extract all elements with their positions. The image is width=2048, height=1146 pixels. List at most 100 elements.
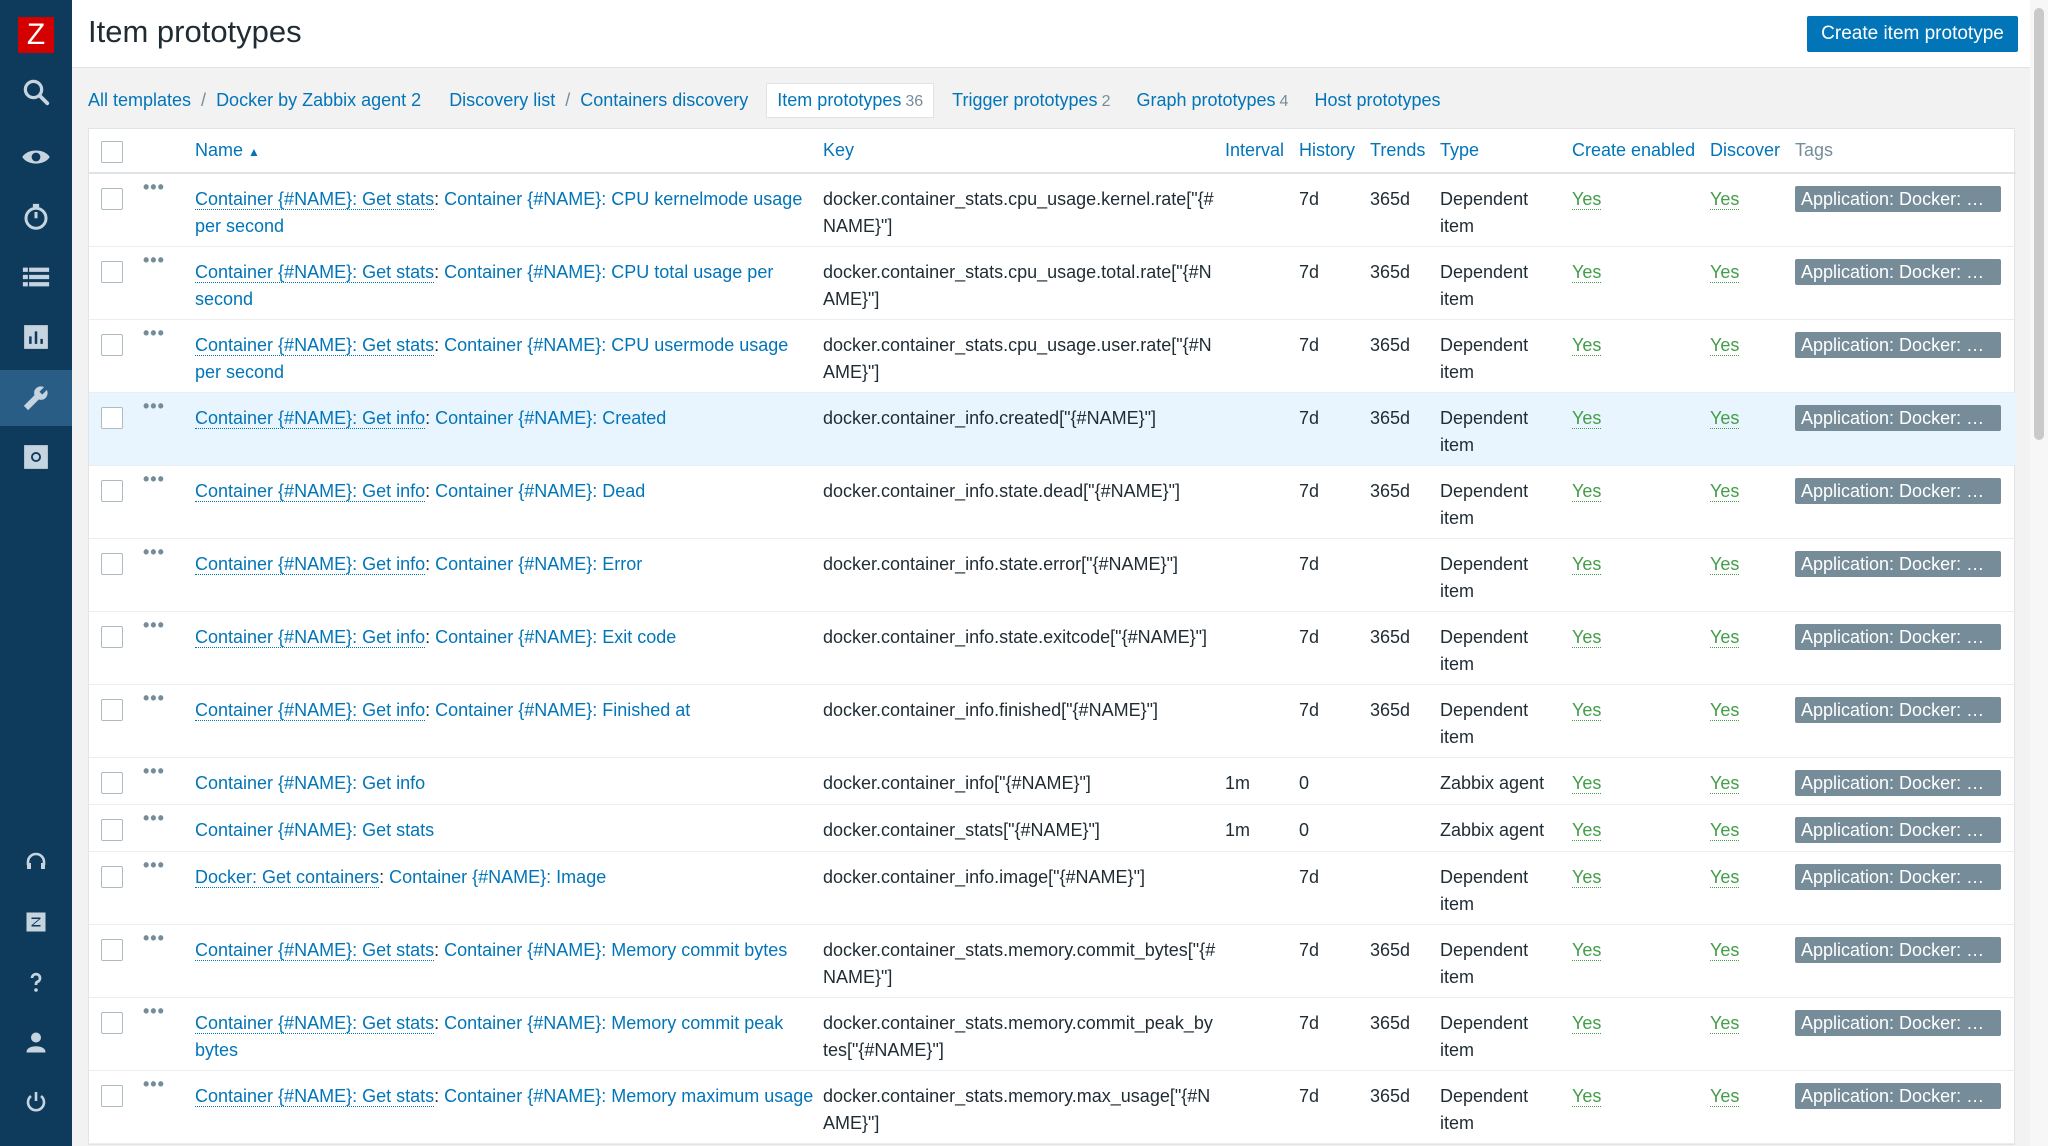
select-all-checkbox[interactable] (101, 140, 123, 163)
create-enabled-toggle[interactable]: Yes (1572, 480, 1602, 502)
tab-graph-prototypes[interactable]: Graph prototypes 4 (1136, 90, 1288, 111)
zabbix-logo[interactable]: Z (18, 17, 54, 53)
discover-toggle[interactable]: Yes (1710, 819, 1740, 841)
tag-badge[interactable]: Application: Docker: Container {#NAME} (1795, 696, 2001, 723)
discover-toggle[interactable]: Yes (1710, 772, 1740, 794)
list-icon[interactable] (0, 249, 72, 305)
eye-icon[interactable] (0, 129, 72, 185)
master-item-link[interactable]: Container {#NAME}: Get stats (195, 1085, 435, 1107)
wrench-icon[interactable] (0, 370, 72, 426)
master-item-link[interactable]: Container {#NAME}: Get stats (195, 189, 435, 210)
master-item-link[interactable]: Container {#NAME}: Get info (195, 626, 426, 648)
row-checkbox[interactable] (101, 1011, 123, 1034)
more-actions-icon[interactable]: ••• (143, 761, 165, 781)
tag-badge[interactable]: Application: Docker: Container {#NAME} (1795, 769, 2001, 796)
item-name-link[interactable]: Container {#NAME}: Memory commit bytes (444, 940, 787, 960)
create-enabled-toggle[interactable]: Yes (1572, 772, 1602, 794)
discover-toggle[interactable]: Yes (1710, 407, 1740, 429)
row-checkbox[interactable] (101, 260, 123, 283)
help-icon[interactable] (0, 954, 72, 1010)
create-enabled-toggle[interactable]: Yes (1572, 553, 1602, 575)
more-actions-icon[interactable]: ••• (143, 396, 165, 416)
discover-toggle[interactable]: Yes (1710, 261, 1740, 283)
create-enabled-toggle[interactable]: Yes (1572, 866, 1602, 888)
create-enabled-toggle[interactable]: Yes (1572, 189, 1602, 210)
breadcrumb-discovery-rule[interactable]: Containers discovery (580, 90, 748, 111)
tag-badge[interactable]: Application: Docker: Container {#NAME} (1795, 816, 2001, 843)
discover-toggle[interactable]: Yes (1710, 699, 1740, 721)
item-name-link[interactable]: Container {#NAME}: Error (435, 554, 642, 574)
tag-badge[interactable]: Application: Docker: Container {#NAME} (1795, 550, 2001, 577)
headset-icon[interactable] (0, 834, 72, 890)
more-actions-icon[interactable]: ••• (143, 688, 165, 708)
item-name-link[interactable]: Container {#NAME}: Exit code (435, 627, 676, 647)
tag-badge[interactable]: Application: Docker: Container {#NAME} (1795, 1082, 2001, 1109)
tag-badge[interactable]: Application: Docker: Container {#NAME} (1795, 863, 2001, 890)
item-name-link[interactable]: Container {#NAME}: Get stats (195, 820, 434, 840)
row-checkbox[interactable] (101, 333, 123, 356)
item-name-link[interactable]: Container {#NAME}: Created (435, 408, 666, 428)
name-column-header[interactable]: Name ▲ (191, 129, 819, 174)
discover-toggle[interactable]: Yes (1710, 553, 1740, 575)
stopwatch-icon[interactable] (0, 189, 72, 245)
create-enabled-toggle[interactable]: Yes (1572, 699, 1602, 721)
breadcrumb-template[interactable]: Docker by Zabbix agent 2 (216, 90, 421, 111)
item-name-link[interactable]: Container {#NAME}: Dead (435, 481, 645, 501)
discover-toggle[interactable]: Yes (1710, 189, 1740, 210)
zabbix-icon[interactable] (0, 894, 72, 950)
create-item-prototype-button[interactable]: Create item prototype (1807, 16, 2018, 52)
row-checkbox[interactable] (101, 818, 123, 841)
create-enabled-toggle[interactable]: Yes (1572, 626, 1602, 648)
row-checkbox[interactable] (101, 625, 123, 648)
create-enabled-toggle[interactable]: Yes (1572, 1012, 1602, 1034)
create-enabled-column-header[interactable]: Create enabled (1568, 129, 1706, 174)
create-enabled-toggle[interactable]: Yes (1572, 939, 1602, 961)
trends-column-header[interactable]: Trends (1366, 129, 1436, 174)
master-item-link[interactable]: Container {#NAME}: Get info (195, 699, 426, 721)
tag-badge[interactable]: Application: Docker: Container {#NAME} (1795, 936, 2001, 963)
breadcrumb-discovery-list[interactable]: Discovery list (449, 90, 555, 111)
row-checkbox[interactable] (101, 188, 123, 210)
more-actions-icon[interactable]: ••• (143, 542, 165, 562)
more-actions-icon[interactable]: ••• (143, 855, 165, 875)
discover-toggle[interactable]: Yes (1710, 626, 1740, 648)
scrollbar-thumb[interactable] (2034, 8, 2044, 440)
search-icon[interactable] (0, 64, 72, 120)
master-item-link[interactable]: Container {#NAME}: Get info (195, 553, 426, 575)
discover-toggle[interactable]: Yes (1710, 866, 1740, 888)
tag-badge[interactable]: Application: Docker: Container {#NAME} (1795, 186, 2001, 212)
row-checkbox[interactable] (101, 406, 123, 429)
scrollbar[interactable] (2030, 0, 2048, 1146)
user-icon[interactable] (0, 1014, 72, 1070)
master-item-link[interactable]: Container {#NAME}: Get info (195, 480, 426, 502)
row-checkbox[interactable] (101, 479, 123, 502)
item-name-link[interactable]: Container {#NAME}: Finished at (435, 700, 690, 720)
key-column-header[interactable]: Key (819, 129, 1221, 174)
row-checkbox[interactable] (101, 938, 123, 961)
master-item-link[interactable]: Container {#NAME}: Get stats (195, 334, 435, 356)
row-checkbox[interactable] (101, 698, 123, 721)
history-column-header[interactable]: History (1295, 129, 1366, 174)
master-item-link[interactable]: Container {#NAME}: Get stats (195, 1012, 435, 1034)
master-item-link[interactable]: Container {#NAME}: Get info (195, 407, 426, 429)
create-enabled-toggle[interactable]: Yes (1572, 819, 1602, 841)
row-checkbox[interactable] (101, 1084, 123, 1107)
chart-icon[interactable] (0, 309, 72, 365)
create-enabled-toggle[interactable]: Yes (1572, 334, 1602, 356)
master-item-link[interactable]: Container {#NAME}: Get stats (195, 261, 435, 283)
row-checkbox[interactable] (101, 771, 123, 794)
tag-badge[interactable]: Application: Docker: Container {#NAME} (1795, 477, 2001, 504)
more-actions-icon[interactable]: ••• (143, 177, 165, 197)
tab-host-prototypes[interactable]: Host prototypes (1314, 90, 1440, 111)
power-icon[interactable] (0, 1074, 72, 1130)
more-actions-icon[interactable]: ••• (143, 808, 165, 828)
more-actions-icon[interactable]: ••• (143, 323, 165, 343)
tab-trigger-prototypes[interactable]: Trigger prototypes 2 (952, 90, 1110, 111)
master-item-link[interactable]: Docker: Get containers (195, 866, 380, 888)
row-checkbox[interactable] (101, 865, 123, 888)
more-actions-icon[interactable]: ••• (143, 615, 165, 635)
tag-badge[interactable]: Application: Docker: Container {#NAME} (1795, 1009, 2001, 1036)
breadcrumb-all-templates[interactable]: All templates (88, 90, 191, 111)
tag-badge[interactable]: Application: Docker: Container {#NAME} (1795, 404, 2001, 431)
item-name-link[interactable]: Container {#NAME}: Memory maximum usage (444, 1086, 813, 1106)
